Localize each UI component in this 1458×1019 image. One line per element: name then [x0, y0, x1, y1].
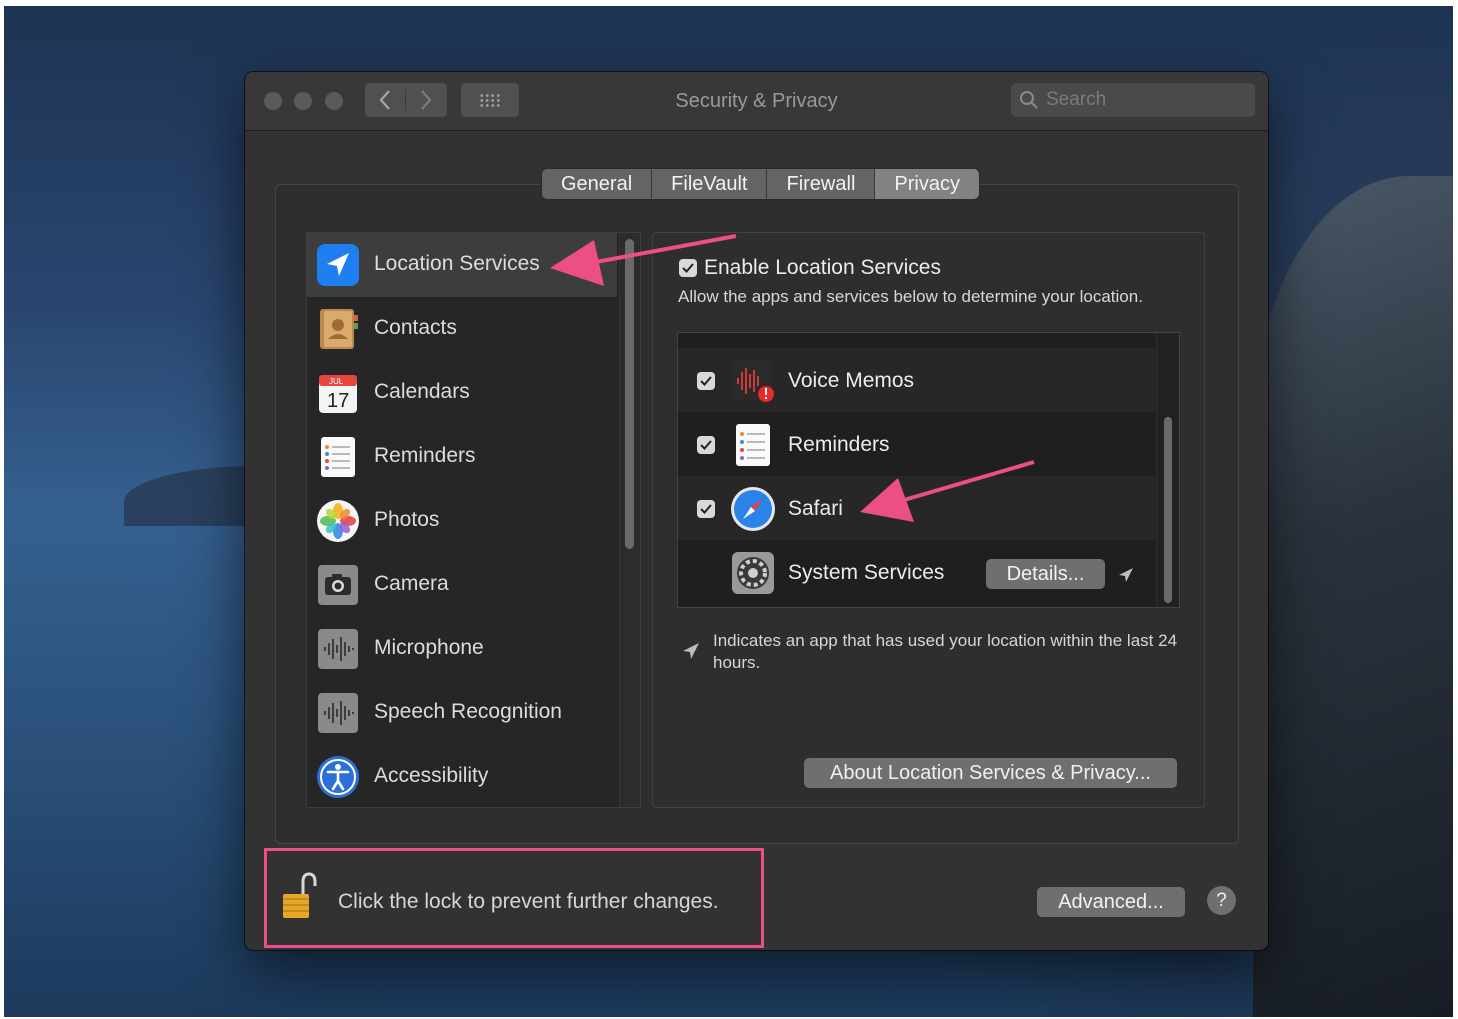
reminders-list-icon: [736, 424, 770, 466]
app-label: System Services: [788, 561, 945, 584]
sidebar-item-label: Photos: [374, 508, 440, 531]
photos-flower-icon: [317, 500, 359, 542]
microphone-waveform-icon: [318, 629, 358, 669]
sidebar-item-label: Microphone: [374, 636, 484, 659]
safari-checkbox[interactable]: [697, 500, 715, 518]
sidebar-item-label: Location Services: [374, 252, 540, 275]
tab-firewall[interactable]: Firewall: [767, 169, 876, 199]
location-legend-text: Indicates an app that has used your loca…: [713, 631, 1178, 672]
sidebar-item-reminders[interactable]: Reminders: [307, 425, 617, 489]
calendar-icon: JUL 17: [319, 375, 357, 413]
checkmark-icon: [700, 440, 712, 450]
accessibility-person-icon: [317, 756, 359, 798]
apps-scrollbar-thumb[interactable]: [1164, 417, 1172, 603]
app-row-reminders[interactable]: Reminders: [678, 412, 1155, 476]
sidebar-item-label: Reminders: [374, 444, 476, 467]
contacts-book-icon: [320, 309, 358, 349]
svg-text:17: 17: [327, 390, 349, 412]
reminders-checkbox[interactable]: [697, 436, 715, 454]
app-label: Reminders: [788, 433, 890, 456]
location-arrow-legend-icon: [683, 643, 699, 659]
voice-memos-icon: [732, 360, 774, 402]
sidebar-item-label: Camera: [374, 572, 449, 595]
sidebar-item-photos[interactable]: Photos: [307, 489, 617, 553]
tab-general[interactable]: General: [542, 169, 653, 199]
location-description: Allow the apps and services below to det…: [678, 287, 1143, 306]
sidebar-item-label: Accessibility: [374, 764, 489, 787]
security-privacy-window: Security & Privacy Search General FileVa…: [245, 72, 1268, 950]
system-gear-icon: [732, 552, 774, 594]
reminders-list-icon: [321, 437, 355, 477]
sidebar-item-label: Speech Recognition: [374, 700, 562, 723]
app-label: Safari: [788, 497, 843, 520]
sidebar-item-accessibility[interactable]: Accessibility: [307, 745, 617, 807]
advanced-button[interactable]: Advanced...: [1037, 887, 1185, 917]
search-placeholder: Search: [1046, 89, 1107, 110]
help-button[interactable]: ?: [1207, 886, 1236, 915]
location-services-pane: Enable Location Services Allow the apps …: [652, 232, 1205, 808]
privacy-category-list: Location Services Contacts JUL 17 Calend…: [306, 232, 641, 808]
speech-waveform-icon: [318, 693, 358, 733]
sidebar-item-speech-recognition[interactable]: Speech Recognition: [307, 681, 617, 745]
details-button[interactable]: Details...: [986, 559, 1105, 589]
checkmark-icon: [682, 263, 694, 273]
enable-location-checkbox[interactable]: [679, 259, 697, 277]
sidebar-item-contacts[interactable]: Contacts: [307, 297, 617, 361]
title-bar: Security & Privacy Search: [245, 72, 1268, 131]
rocky-cliff: [1253, 176, 1453, 1017]
tab-filevault[interactable]: FileVault: [652, 169, 768, 199]
voice-memos-checkbox[interactable]: [697, 372, 715, 390]
app-row-voice-memos[interactable]: Voice Memos: [678, 348, 1155, 412]
app-label: Voice Memos: [788, 369, 915, 392]
location-used-arrow-icon: [1119, 568, 1133, 582]
lock-highlight-box: [264, 848, 764, 948]
enable-location-label: Enable Location Services: [704, 256, 941, 279]
sidebar-item-location-services[interactable]: Location Services: [307, 233, 617, 297]
checkmark-icon: [700, 504, 712, 514]
tab-privacy[interactable]: Privacy: [875, 169, 979, 199]
sidebar-item-label: Contacts: [374, 316, 457, 339]
sidebar-item-calendars[interactable]: JUL 17 Calendars: [307, 361, 617, 425]
search-icon: [1020, 91, 1038, 109]
svg-text:JUL: JUL: [329, 377, 344, 386]
apps-scrollbar[interactable]: [1156, 333, 1179, 607]
list-scrollbar[interactable]: [619, 233, 640, 807]
camera-icon: [318, 565, 358, 605]
tab-bar: General FileVault Firewall Privacy: [542, 169, 979, 199]
sidebar-item-camera[interactable]: Camera: [307, 553, 617, 617]
app-row-safari[interactable]: Safari: [678, 476, 1155, 540]
location-arrow-icon: [317, 244, 359, 286]
checkmark-icon: [700, 376, 712, 386]
safari-compass-icon: [731, 487, 775, 531]
location-apps-list: Voice Memos Reminders Safari System Serv…: [677, 332, 1180, 608]
search-field[interactable]: Search: [1011, 83, 1255, 117]
sidebar-item-label: Calendars: [374, 380, 470, 403]
sidebar-item-microphone[interactable]: Microphone: [307, 617, 617, 681]
list-scrollbar-thumb[interactable]: [625, 239, 634, 549]
about-location-services-button[interactable]: About Location Services & Privacy...: [804, 758, 1177, 788]
